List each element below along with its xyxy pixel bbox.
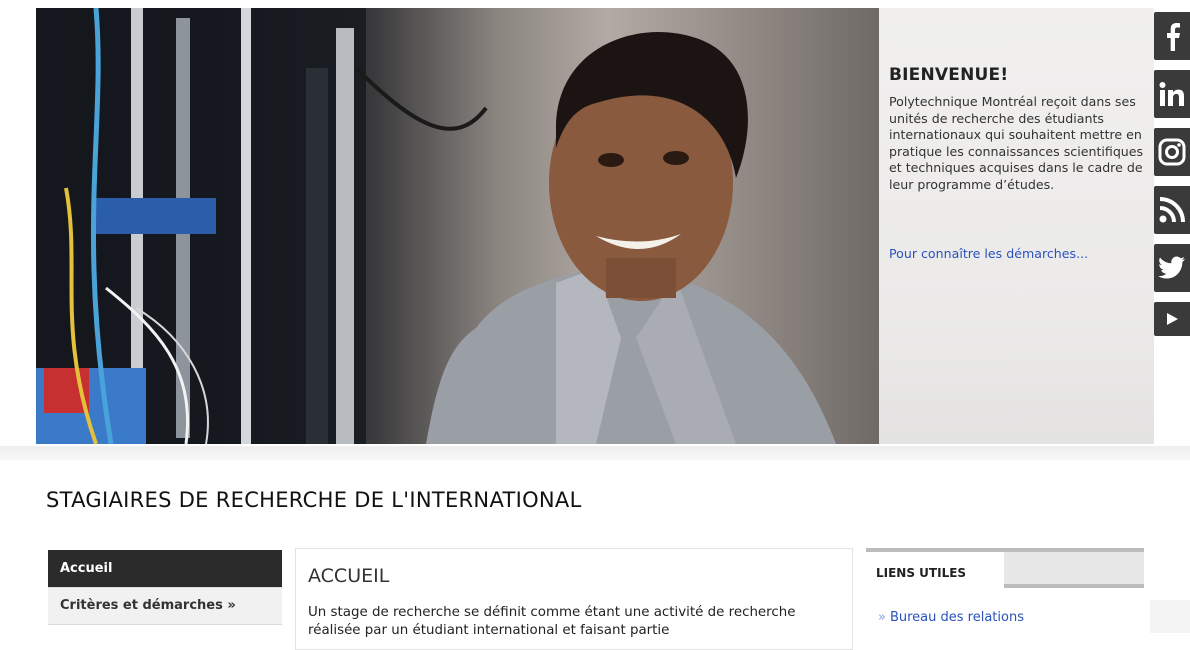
content-title: ACCUEIL xyxy=(308,565,390,587)
bullet-icon: » xyxy=(878,610,886,625)
hero-banner: BIENVENUE! Polytechnique Montréal reçoit… xyxy=(36,8,1154,444)
social-links xyxy=(1154,12,1190,346)
welcome-title: BIENVENUE! xyxy=(889,65,1009,85)
nav-item-criteres[interactable]: Critères et démarches » xyxy=(48,588,282,625)
nav-item-accueil[interactable]: Accueil xyxy=(48,550,282,588)
welcome-link[interactable]: Pour connaître les démarches... xyxy=(889,246,1088,261)
instagram-icon[interactable] xyxy=(1154,128,1190,176)
useful-links-tab: LIENS UTILES xyxy=(866,552,1004,588)
welcome-text: Polytechnique Montréal reçoit dans ses u… xyxy=(889,94,1144,192)
hero-image xyxy=(36,8,879,444)
linkedin-icon[interactable] xyxy=(1154,70,1190,118)
section-divider xyxy=(0,446,1190,460)
useful-links-panel: LIENS UTILES » Bureau des relations xyxy=(866,548,1144,648)
youtube-icon[interactable] xyxy=(1154,302,1190,336)
link-bureau-relations[interactable]: » Bureau des relations xyxy=(878,610,1024,625)
page-title: STAGIAIRES DE RECHERCHE DE L'INTERNATION… xyxy=(46,488,582,512)
edge-decoration xyxy=(1150,600,1190,633)
link-label: Bureau des relations xyxy=(889,610,1024,625)
content-text: Un stage de recherche se définit comme é… xyxy=(308,605,796,638)
links-list: » Bureau des relations xyxy=(866,588,1144,648)
main-content: ACCUEIL Un stage de recherche se définit… xyxy=(295,548,853,650)
twitter-icon[interactable] xyxy=(1154,244,1190,292)
welcome-panel: BIENVENUE! Polytechnique Montréal reçoit… xyxy=(879,8,1154,444)
facebook-icon[interactable] xyxy=(1154,12,1190,60)
useful-links-title: LIENS UTILES xyxy=(876,566,967,580)
rss-icon[interactable] xyxy=(1154,186,1190,234)
left-nav: Accueil Critères et démarches » xyxy=(48,550,282,625)
tab-spacer xyxy=(1004,552,1144,588)
